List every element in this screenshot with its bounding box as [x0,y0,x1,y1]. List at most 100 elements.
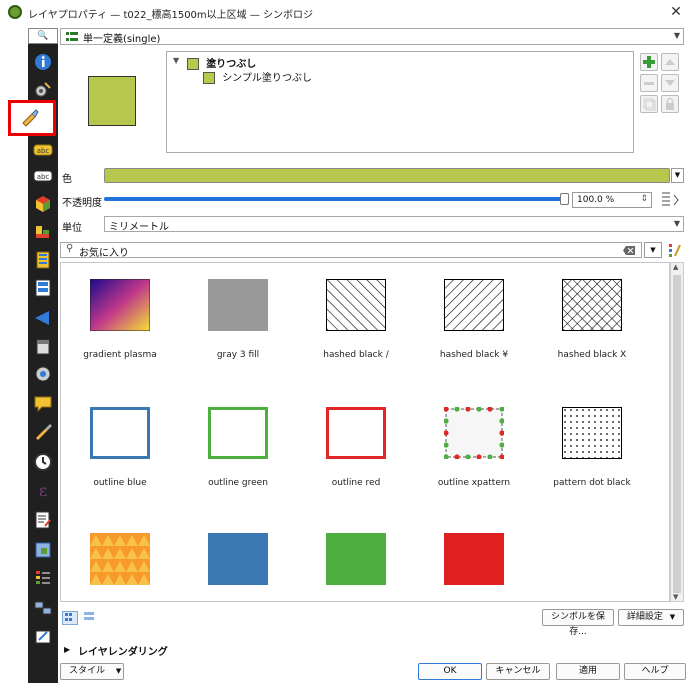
chevron-down-icon: ▼ [674,171,681,179]
duplicate-layer-button[interactable] [640,95,658,113]
masks-abc-icon[interactable]: abc [33,166,53,186]
color-button[interactable] [104,168,670,183]
window-title: レイヤプロパティ — t022_標高1500m以上区域 — シンボロジ [28,10,314,21]
sidebar-search-input[interactable]: 🔍 [28,28,58,44]
auxiliary-storage-icon[interactable] [33,336,53,356]
unit-label: 単位 [62,223,82,234]
opacity-slider[interactable] [104,197,564,201]
add-layer-button[interactable] [640,53,658,71]
remove-layer-button[interactable] [640,74,658,92]
ok-button[interactable]: OK [418,663,482,680]
move-down-button[interactable] [661,74,679,92]
symbol-triangle-pattern-orange[interactable] [61,533,179,601]
fields-icon[interactable] [33,250,53,270]
scroll-down-icon[interactable]: ▼ [673,593,678,601]
style-button-label: スタイル [69,666,106,676]
legend-icon[interactable] [33,568,53,588]
digitizing-icon[interactable] [33,626,53,646]
symbol-pattern-dot-black[interactable]: pattern dot black [533,407,651,488]
fill-swatch-icon [187,58,199,70]
info-icon[interactable] [33,52,53,72]
symbol-hashed-black-slash[interactable]: hashed black / [297,279,415,360]
svg-text:abc: abc [37,173,50,181]
gallery-scrollbar[interactable]: ▲ ▼ [670,262,684,602]
move-up-button[interactable] [661,53,679,71]
unit-combo[interactable]: ミリメートル ▼ [104,216,684,233]
spin-arrows-icon[interactable]: ⇕ [640,194,648,204]
actions-gear-icon[interactable] [33,364,53,384]
hashed-backslash-thumb [444,279,504,331]
lock-layer-button[interactable] [661,95,679,113]
symbol-outline-xpattern[interactable]: outline xpattern [415,406,533,488]
renderer-value: 単一定義(single) [83,34,161,45]
opacity-spinbox[interactable]: 100.0 % ⇕ [572,192,652,208]
list-view-icon [84,612,94,620]
temporal-clock-icon[interactable] [33,452,53,472]
green-fill-thumb [326,533,386,585]
source-gear-icon[interactable] [33,80,53,100]
renderer-combo[interactable]: 単一定義(single) ▼ [60,28,684,45]
clear-text-icon[interactable] [623,246,635,255]
expand-arrow-icon[interactable]: ▼ [173,56,179,65]
red-fill-thumb [444,533,504,585]
color-dropdown[interactable]: ▼ [671,168,684,183]
symbol-fill-red[interactable] [415,533,533,601]
symbol-gradient-plasma[interactable]: gradient plasma [61,278,179,360]
symbol-outline-red[interactable]: outline red [297,407,415,488]
rendering-brush-icon[interactable] [33,422,53,442]
cancel-button[interactable]: キャンセル [486,663,550,680]
attributes-form-icon[interactable] [33,278,53,298]
labels-abc-icon[interactable]: abc [33,140,53,160]
list-view-button[interactable] [82,611,98,625]
scroll-up-icon[interactable]: ▲ [673,263,678,271]
symbol-fill-blue[interactable] [179,533,297,601]
symbol-gray-3-fill[interactable]: gray 3 fill [179,279,297,360]
color-label: 色 [62,174,72,185]
symbol-label: outline blue [93,478,147,488]
advanced-button[interactable]: 詳細設定 ▼ [618,609,684,626]
icon-view-button[interactable] [62,611,78,625]
symbol-label: gradient plasma [83,350,157,360]
apply-button[interactable]: 適用 [556,663,620,680]
symbol-outline-green[interactable]: outline green [179,407,297,488]
outline-green-thumb [208,407,268,459]
symbol-preview [88,76,136,126]
tree-item-simple-fill[interactable]: シンプル塗りつぶし [203,69,312,84]
layer-rendering-section[interactable]: レイヤレンダリング [78,643,168,658]
style-menu-button[interactable]: スタイル ▼ [60,663,124,680]
3d-view-cube-icon[interactable] [33,194,53,214]
favorites-dropdown-button[interactable]: ▼ [644,242,662,258]
chevron-down-icon: ▼ [650,246,656,254]
search-icon: ⚲ [66,243,74,254]
svg-text:abc: abc [37,147,50,155]
metadata-icon[interactable] [33,510,53,530]
display-tooltip-icon[interactable] [33,394,53,414]
style-manager-icon[interactable] [666,242,682,258]
symbol-search-input[interactable]: ⚲ お気に入り [60,242,642,259]
variables-epsilon-icon[interactable]: ε [33,480,53,500]
dependencies-icon[interactable] [33,540,53,560]
diagrams-icon[interactable] [33,222,53,242]
scroll-thumb[interactable] [673,275,681,593]
help-button[interactable]: ヘルプ [624,663,686,680]
chevron-down-icon: ▼ [669,613,676,621]
symbol-hashed-black-x[interactable]: hashed black X [533,279,651,360]
chevron-down-icon: ▼ [673,31,680,40]
duplicate-icon [643,98,656,111]
chevron-down-icon: ▼ [673,219,680,228]
symbol-hashed-black-backslash[interactable]: hashed black ¥ [415,279,533,360]
expand-arrow-icon[interactable]: ▶ [64,645,70,654]
opacity-slider-handle[interactable] [560,193,569,205]
symbol-fill-green[interactable] [297,533,415,601]
symbol-label: hashed black / [323,350,389,360]
tree-item-fill[interactable]: 塗りつぶし [187,55,256,70]
server-icon[interactable] [33,598,53,618]
symbol-outline-blue[interactable]: outline blue [61,407,179,488]
symbology-brush-icon[interactable] [20,108,40,128]
save-symbol-button[interactable]: シンボルを保存... [542,609,614,637]
data-defined-override-icon[interactable] [660,191,682,209]
joins-icon[interactable] [33,308,53,328]
plus-icon [643,56,655,68]
close-icon[interactable]: ✕ [668,4,684,20]
symbol-label: hashed black ¥ [439,350,509,360]
